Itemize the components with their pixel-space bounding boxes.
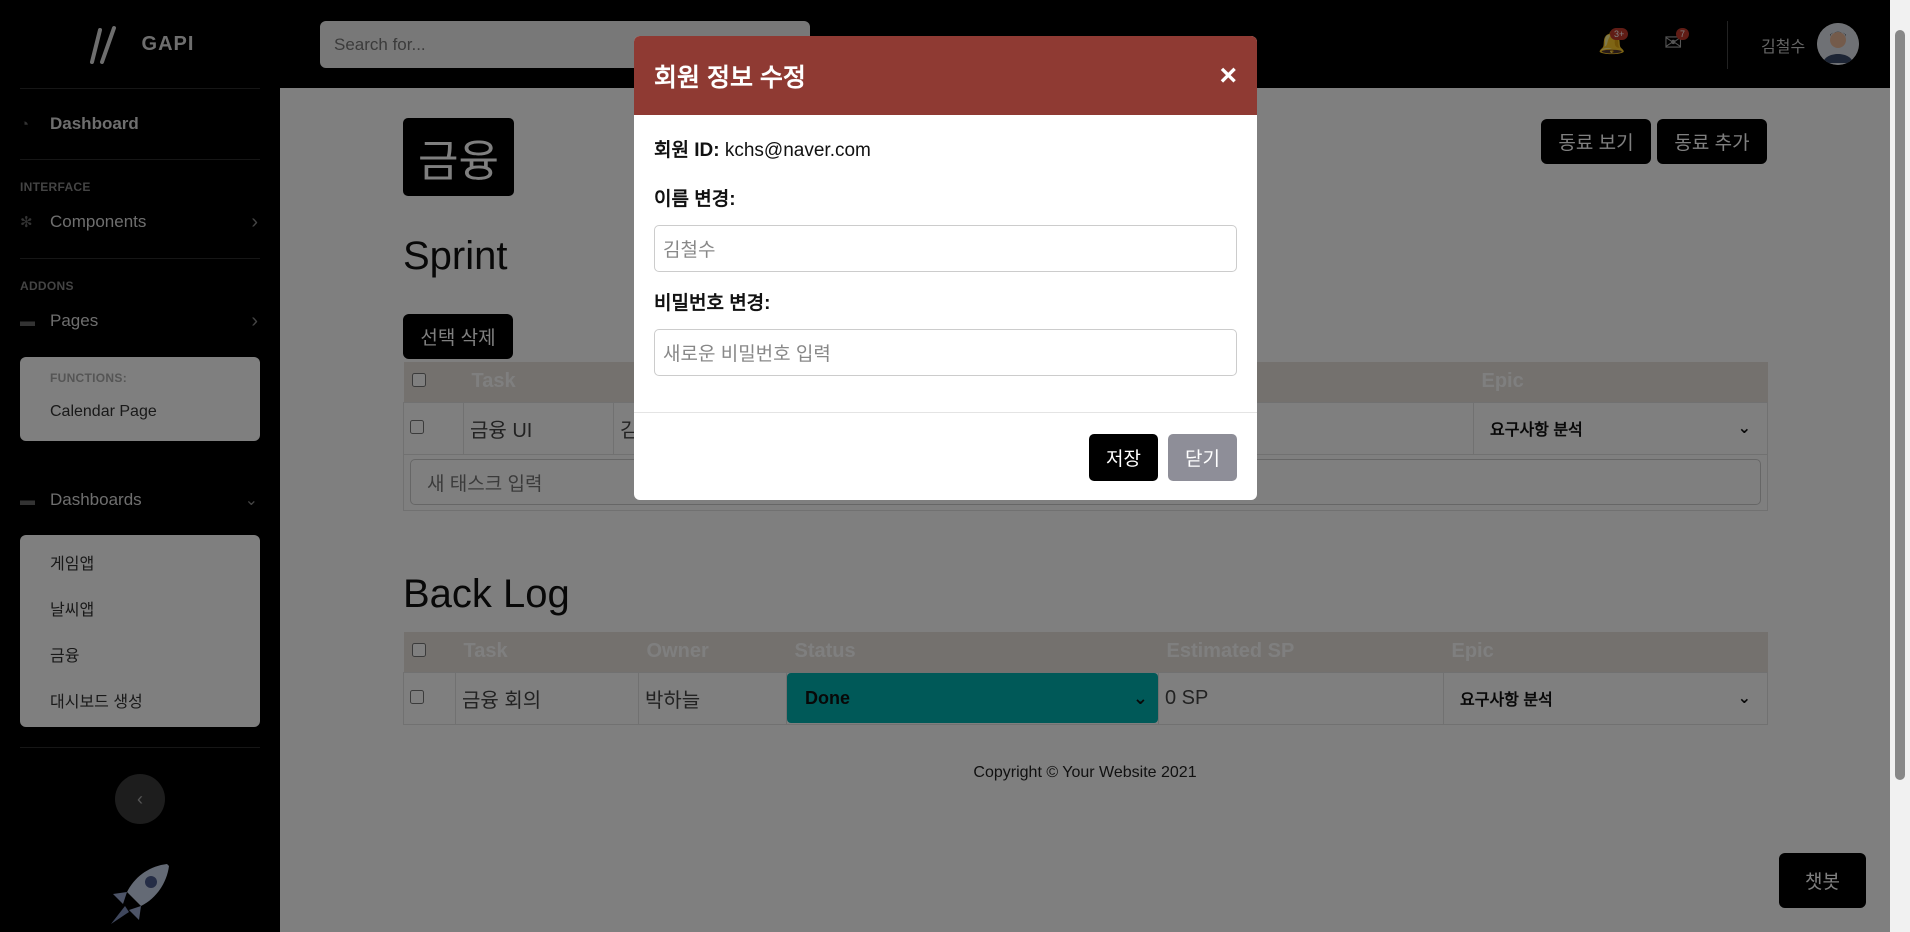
close-icon[interactable]: ×: [1219, 59, 1237, 93]
name-change-label: 이름 변경:: [654, 189, 736, 210]
member-id-label: 회원 ID:: [654, 140, 720, 161]
member-id-line: 회원 ID: kchs@naver.com: [654, 135, 1237, 162]
password-input[interactable]: 새로운 비밀번호 입력: [654, 329, 1237, 376]
modal-header: 회원 정보 수정 ×: [634, 36, 1257, 115]
modal-footer: 저장 닫기: [634, 412, 1257, 500]
edit-member-modal: 회원 정보 수정 × 회원 ID: kchs@naver.com 이름 변경: …: [634, 36, 1257, 500]
modal-title: 회원 정보 수정: [654, 63, 806, 92]
password-change-label: 비밀번호 변경:: [654, 293, 771, 314]
member-id-value: kchs@naver.com: [724, 140, 871, 161]
name-input[interactable]: 김철수: [654, 225, 1237, 272]
page-scrollbar[interactable]: [1890, 0, 1910, 932]
modal-body: 회원 ID: kchs@naver.com 이름 변경: 김철수 비밀번호 변경…: [634, 115, 1257, 376]
scrollbar-thumb[interactable]: [1895, 30, 1905, 780]
close-button[interactable]: 닫기: [1168, 434, 1237, 481]
save-button[interactable]: 저장: [1089, 434, 1158, 481]
